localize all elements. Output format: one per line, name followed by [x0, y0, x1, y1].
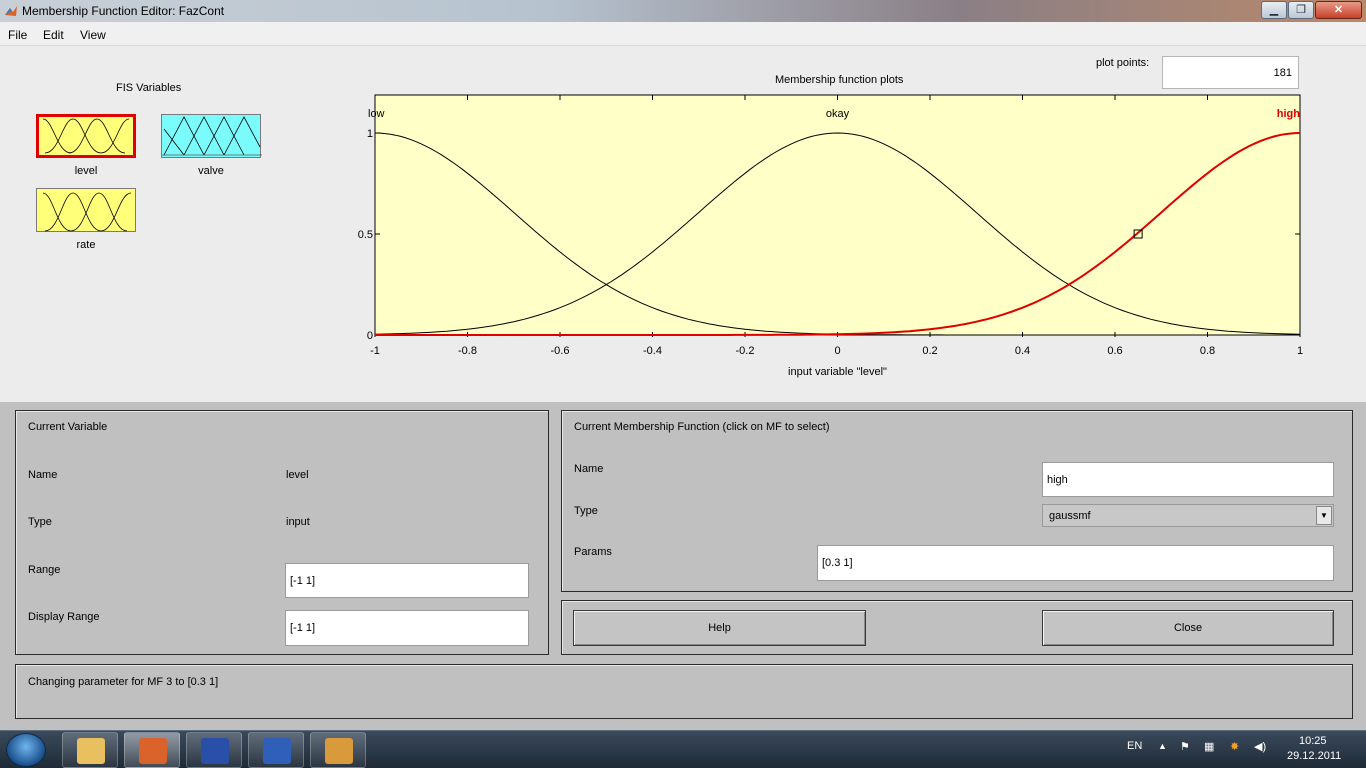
help-button[interactable]: Help — [573, 610, 866, 646]
volume-icon[interactable]: ◀) — [1254, 740, 1266, 753]
range-label: Range — [28, 564, 61, 576]
title-bar: Membership Function Editor: FazCont ▁ ❐ … — [0, 0, 1366, 22]
x-tick-label: 0.4 — [1015, 345, 1030, 357]
x-tick-label: 0.8 — [1200, 345, 1215, 357]
display-range-input[interactable]: [-1 1] — [285, 610, 529, 646]
plot-title: Membership function plots — [775, 74, 904, 86]
fis-variable-label: valve — [198, 165, 224, 177]
current-variable-heading: Current Variable — [28, 421, 108, 433]
fis-variable-label: rate — [76, 239, 96, 251]
x-tick-label: -0.2 — [736, 345, 755, 357]
variable-type-value: input — [286, 516, 310, 528]
maximize-button[interactable]: ❐ — [1288, 1, 1314, 19]
y-tick-label: 0 — [367, 330, 373, 342]
explorer-icon — [77, 738, 105, 764]
y-tick-label: 1 — [367, 128, 373, 140]
taskbar-app-word[interactable] — [248, 732, 304, 768]
mf-name-label: Name — [574, 463, 604, 475]
clock-time[interactable]: 10:25 — [1299, 735, 1327, 747]
plot-points-input[interactable]: 181 — [1162, 56, 1299, 89]
close-window-button[interactable]: ✕ — [1315, 1, 1362, 19]
plot-points-label: plot points: — [1096, 57, 1150, 69]
mf-type-label: Type — [574, 505, 598, 517]
network-icon[interactable]: ▦ — [1204, 740, 1214, 753]
taskbar: EN ▲ ⚑ ▦ ✸ ◀) 10:25 29.12.2011 — [0, 730, 1366, 768]
update-icon[interactable]: ✸ — [1230, 740, 1239, 753]
variable-type-label: Type — [28, 516, 52, 528]
minimize-button[interactable]: ▁ — [1261, 1, 1287, 19]
x-tick-label: -0.6 — [551, 345, 570, 357]
taskbar-app-archive[interactable] — [310, 732, 366, 768]
window-title: Membership Function Editor: FazCont — [22, 4, 225, 18]
save-icon — [201, 738, 229, 764]
menu-file[interactable]: File — [8, 28, 27, 42]
mf-params-input[interactable]: [0.3 1] — [817, 545, 1334, 581]
taskbar-app-explorer[interactable] — [62, 732, 118, 768]
variable-name-value: level — [286, 469, 309, 481]
x-tick-label: 1 — [1297, 345, 1303, 357]
fis-variables-heading: FIS Variables — [116, 82, 182, 94]
start-button[interactable] — [6, 733, 46, 767]
fis-variable-rate[interactable] — [36, 188, 136, 232]
mf-type-value: gaussmf — [1049, 509, 1091, 522]
x-tick-label: -0.8 — [458, 345, 477, 357]
flag-icon[interactable]: ⚑ — [1180, 740, 1190, 753]
x-tick-label: 0.2 — [922, 345, 937, 357]
chevron-down-icon[interactable]: ▼ — [1316, 506, 1332, 525]
mf-thumbnail-icon — [162, 116, 262, 156]
x-tick-label: -0.4 — [643, 345, 662, 357]
mf-thumbnail-icon — [42, 118, 130, 154]
menu-edit[interactable]: Edit — [43, 28, 64, 42]
range-input[interactable]: [-1 1] — [285, 563, 529, 598]
x-tick-label: -1 — [370, 345, 380, 357]
mf-label-high: high — [1277, 108, 1300, 120]
menu-bar: File Edit View — [0, 22, 1366, 46]
matlab-icon — [139, 738, 167, 764]
word-icon — [263, 738, 291, 764]
current-mf-heading: Current Membership Function (click on MF… — [574, 421, 830, 433]
y-tick-label: 0.5 — [358, 229, 373, 241]
mf-thumbnail-icon — [42, 192, 132, 232]
mf-params-label: Params — [574, 546, 612, 558]
fis-variable-level[interactable] — [36, 114, 136, 158]
mf-name-input[interactable]: high — [1042, 462, 1334, 497]
mf-label-okay: okay — [826, 108, 850, 120]
close-button[interactable]: Close — [1042, 610, 1334, 646]
x-axis-label: input variable "level" — [788, 366, 887, 378]
mf-label-low: low — [368, 108, 385, 120]
language-indicator[interactable]: EN — [1127, 740, 1142, 752]
show-hidden-icons[interactable]: ▲ — [1158, 741, 1167, 751]
status-message: Changing parameter for MF 3 to [0.3 1] — [28, 676, 219, 688]
x-tick-label: 0.6 — [1107, 345, 1122, 357]
plot-background — [374, 94, 1301, 336]
matlab-icon — [5, 6, 17, 16]
taskbar-app-matlab[interactable] — [124, 732, 180, 768]
menu-view[interactable]: View — [80, 28, 106, 42]
membership-function-chart[interactable]: -1 -0.8 -0.6 -0.4 -0.2 0 0.2 0.4 0.6 0.8 1 0 0.5 1 inp… — [340, 90, 1320, 390]
x-tick-label: 0 — [834, 345, 840, 357]
clock-date[interactable]: 29.12.2011 — [1287, 750, 1341, 762]
display-range-label: Display Range — [28, 611, 100, 623]
status-frame — [15, 664, 1353, 719]
fis-variable-label: level — [74, 165, 98, 177]
fis-variable-valve[interactable] — [161, 114, 262, 158]
variable-name-label: Name — [28, 469, 58, 481]
taskbar-app-save[interactable] — [186, 732, 242, 768]
mf-type-select[interactable]: gaussmf ▼ — [1042, 504, 1334, 527]
archive-icon — [325, 738, 353, 764]
